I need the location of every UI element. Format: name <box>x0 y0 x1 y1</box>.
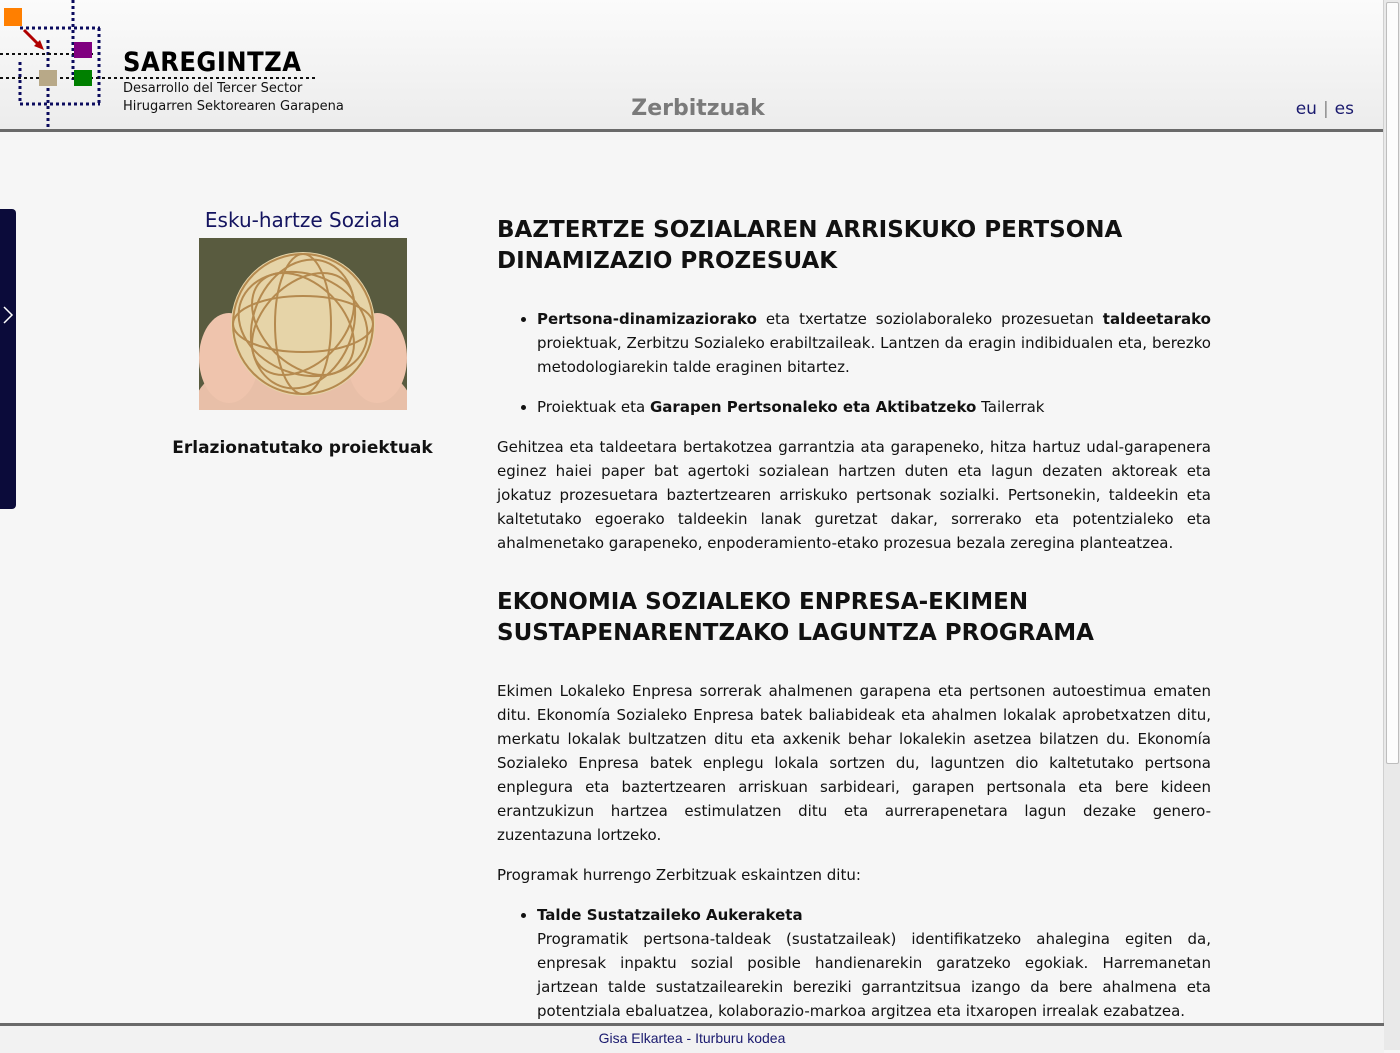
site-footer: Gisa Elkartea - Iturburu kodea <box>0 1023 1384 1053</box>
main-content: BAZTERTZE SOZIALAREN ARRISKUKO PERTSONA … <box>497 215 1211 1039</box>
page-title: Zerbitzuak <box>631 96 765 121</box>
section-title-dynamization: BAZTERTZE SOZIALAREN ARRISKUKO PERTSONA … <box>497 217 1123 274</box>
chevron-right-icon <box>3 306 14 324</box>
sidebar-title: Esku-hartze Soziala <box>204 208 401 232</box>
rattan-ball-image <box>198 238 407 410</box>
source-code-link[interactable]: Iturburu kodea <box>695 1030 785 1046</box>
dynamization-list: Pertsona-dinamizaziorako eta txertatze s… <box>497 307 1211 419</box>
sidebar: Esku-hartze Soziala Erlazionatutako proi… <box>170 208 435 458</box>
lang-separator: | <box>1322 99 1329 119</box>
services-list: Talde Sustatzaileko AukeraketaProgramati… <box>497 903 1211 1023</box>
dynamization-paragraph: Gehitzea eta taldeetara bertakotzea garr… <box>497 438 1211 552</box>
lang-es-link[interactable]: es <box>1335 99 1354 119</box>
gisa-elkartea-link[interactable]: Gisa Elkartea <box>599 1030 683 1046</box>
related-projects-link[interactable]: Erlazionatutako proiektuak <box>170 438 435 458</box>
vertical-scrollbar[interactable] <box>1383 0 1400 1050</box>
brand-title: SAREGINTZA <box>123 47 302 78</box>
site-header: SAREGINTZA Desarrollo del Tercer Sector … <box>0 0 1384 132</box>
list-item: Pertsona-dinamizaziorako eta txertatze s… <box>537 307 1211 379</box>
social-economy-paragraph: Ekimen Lokaleko Enpresa sorrerak ahalmen… <box>497 682 1211 844</box>
footer-separator: - <box>682 1030 696 1046</box>
brand-subtitle-es: Desarrollo del Tercer Sector <box>123 81 303 96</box>
side-menu-toggle[interactable] <box>0 209 16 509</box>
scrollbar-thumb[interactable] <box>1386 2 1399 764</box>
services-intro: Programak hurrengo Zerbitzuak eskaintzen… <box>497 866 861 884</box>
list-item: Proiektuak eta Garapen Pertsonaleko eta … <box>537 395 1211 419</box>
lang-eu-link[interactable]: eu <box>1296 99 1317 119</box>
list-item: Talde Sustatzaileko AukeraketaProgramati… <box>537 903 1211 1023</box>
language-switcher: eu | es <box>1296 99 1354 119</box>
section-title-social-economy: EKONOMIA SOZIALEKO ENPRESA-EKIMEN SUSTAP… <box>497 589 1094 646</box>
